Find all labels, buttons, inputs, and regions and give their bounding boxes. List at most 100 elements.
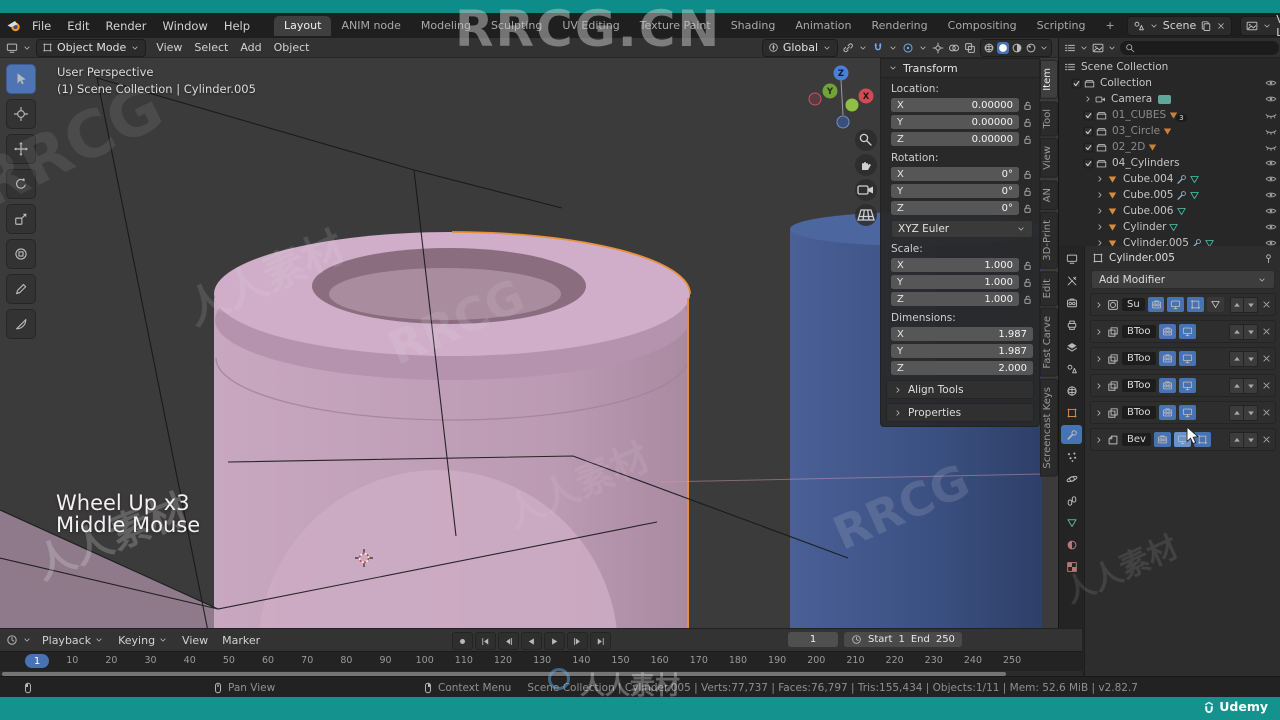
- location-y-field[interactable]: Y 0.00000: [891, 115, 1019, 129]
- play-reverse-button[interactable]: [521, 632, 542, 650]
- eye-toggle-icon[interactable]: [1265, 173, 1277, 185]
- viewport-menu-object[interactable]: Object: [268, 40, 316, 55]
- tool-cursor-button[interactable]: [6, 99, 36, 129]
- jump-to-end-button[interactable]: [590, 632, 611, 650]
- dimensions-x-field[interactable]: X 1.987: [891, 327, 1033, 341]
- delete-modifier-icon[interactable]: [1261, 434, 1272, 445]
- perspective-toggle-button[interactable]: [855, 204, 877, 226]
- move-up-button[interactable]: [1230, 378, 1243, 393]
- properties-tab-texture[interactable]: [1061, 557, 1082, 576]
- expand-icon[interactable]: [1094, 408, 1104, 418]
- workspace-tab-modeling[interactable]: Modeling: [411, 16, 481, 36]
- rotation-z-field[interactable]: Z 0°: [891, 201, 1019, 215]
- show-gizmo-icon[interactable]: [932, 42, 944, 54]
- workspace-tab-compositing[interactable]: Compositing: [938, 16, 1027, 36]
- timeline-menu-keying[interactable]: Keying: [112, 633, 174, 648]
- outliner-search-input[interactable]: [1138, 41, 1274, 54]
- timeline-editor-icon[interactable]: [6, 634, 18, 646]
- expand-icon[interactable]: [1094, 435, 1104, 445]
- expand-icon[interactable]: [1095, 174, 1105, 184]
- modifier-btoo-1[interactable]: BToo: [1090, 320, 1276, 343]
- sidebar-tab-3d-print[interactable]: 3D-Print: [1040, 212, 1058, 269]
- eye-toggle-icon[interactable]: [1265, 189, 1277, 201]
- expand-icon[interactable]: [1095, 222, 1105, 232]
- eye-toggle-icon[interactable]: [1265, 109, 1277, 121]
- sidebar-tab-screencast-keys[interactable]: Screencast Keys: [1040, 378, 1058, 477]
- pivot-point-icon[interactable]: [842, 42, 854, 54]
- sidebar-tab-an[interactable]: AN: [1040, 179, 1058, 211]
- checkbox-icon[interactable]: [1083, 142, 1094, 153]
- properties-tab-object[interactable]: [1061, 403, 1082, 422]
- toggle-viewport-button[interactable]: [1178, 378, 1196, 393]
- axis-neg-y[interactable]: [845, 98, 859, 112]
- outliner-row-cylinder[interactable]: Cylinder: [1059, 219, 1280, 235]
- outliner-row-cube-004[interactable]: Cube.004: [1059, 171, 1280, 187]
- workspace-tab-layout[interactable]: Layout: [274, 15, 332, 36]
- lock-icon[interactable]: [1022, 203, 1033, 214]
- pink-cylinder[interactable]: [214, 231, 691, 628]
- pan-button[interactable]: [855, 154, 877, 176]
- viewport-menu-add[interactable]: Add: [234, 40, 267, 55]
- toggle-editmode-button[interactable]: [1193, 432, 1211, 447]
- mode-dropdown[interactable]: Object Mode: [36, 38, 147, 57]
- lock-icon[interactable]: [1022, 277, 1033, 288]
- new-scene-icon[interactable]: [1200, 20, 1212, 32]
- eye-toggle-icon[interactable]: [1265, 77, 1277, 89]
- move-down-button[interactable]: [1243, 405, 1257, 420]
- toggle-viewport-button[interactable]: [1178, 351, 1196, 366]
- move-up-button[interactable]: [1230, 324, 1243, 339]
- zoom-button[interactable]: [855, 129, 877, 151]
- toggle-viewport-button[interactable]: [1167, 297, 1185, 312]
- timeline-menu-view[interactable]: View: [176, 633, 214, 648]
- transform-panel-header[interactable]: Transform: [881, 59, 1039, 78]
- workspace-tab-anim-node[interactable]: ANIM node: [331, 16, 410, 36]
- play-button[interactable]: [544, 632, 565, 650]
- properties-tab-tool[interactable]: [1061, 271, 1082, 290]
- location-z-field[interactable]: Z 0.00000: [891, 132, 1019, 146]
- workspace-tab-texture-paint[interactable]: Texture Paint: [630, 16, 721, 36]
- jump-to-start-button[interactable]: [475, 632, 496, 650]
- modifier-su-0[interactable]: Su: [1090, 293, 1276, 316]
- properties-tab-object-data[interactable]: [1061, 513, 1082, 532]
- tool-measure-button[interactable]: [6, 309, 36, 339]
- next-keyframe-button[interactable]: [567, 632, 588, 650]
- delete-modifier-icon[interactable]: [1261, 299, 1272, 310]
- workspace-tab-shading[interactable]: Shading: [721, 16, 786, 36]
- toggle-viewport-button[interactable]: [1178, 405, 1196, 420]
- toggle-render-button[interactable]: [1158, 378, 1176, 393]
- location-x-field[interactable]: X 0.00000: [891, 98, 1019, 112]
- eye-toggle-icon[interactable]: [1265, 221, 1277, 233]
- dimensions-y-field[interactable]: Y 1.987: [891, 344, 1033, 358]
- scale-z-field[interactable]: Z 1.000: [891, 292, 1019, 306]
- outliner-row-scene-collection[interactable]: Scene Collection: [1059, 59, 1280, 75]
- sidebar-tab-edit[interactable]: Edit: [1040, 270, 1058, 307]
- move-up-button[interactable]: [1230, 405, 1243, 420]
- close-icon[interactable]: [1216, 21, 1226, 31]
- lock-icon[interactable]: [1022, 117, 1033, 128]
- eye-toggle-icon[interactable]: [1265, 93, 1277, 105]
- properties-tab-physics[interactable]: [1061, 469, 1082, 488]
- viewport-menu-view[interactable]: View: [150, 40, 188, 55]
- move-up-button[interactable]: [1230, 432, 1243, 447]
- toggle-render-button[interactable]: [1158, 351, 1176, 366]
- viewport-menu-select[interactable]: Select: [188, 40, 234, 55]
- pin-icon[interactable]: [1263, 253, 1274, 264]
- eye-toggle-icon[interactable]: [1265, 125, 1277, 137]
- outliner-row-04-cylinders[interactable]: 04_Cylinders: [1059, 155, 1280, 171]
- modifier-btoo-3[interactable]: BToo: [1090, 374, 1276, 397]
- expand-icon[interactable]: [1095, 206, 1105, 216]
- properties-tab-particles[interactable]: [1061, 447, 1082, 466]
- workspace-tab-sculpting[interactable]: Sculpting: [481, 16, 552, 36]
- sidebar-tab-fast-carve[interactable]: Fast Carve: [1040, 308, 1058, 377]
- expand-icon[interactable]: [1095, 190, 1105, 200]
- rotation-x-field[interactable]: X 0°: [891, 167, 1019, 181]
- move-down-button[interactable]: [1243, 297, 1257, 312]
- outliner-editor-icon[interactable]: [1064, 42, 1076, 54]
- shading-material-icon[interactable]: [1011, 42, 1023, 54]
- expand-icon[interactable]: [1094, 381, 1104, 391]
- properties-panel[interactable]: Properties: [886, 403, 1034, 422]
- properties-tab-material[interactable]: [1061, 535, 1082, 554]
- tool-transform-button[interactable]: [6, 239, 36, 269]
- move-down-button[interactable]: [1243, 324, 1257, 339]
- view-layer-selector[interactable]: View Layer: [1240, 13, 1280, 39]
